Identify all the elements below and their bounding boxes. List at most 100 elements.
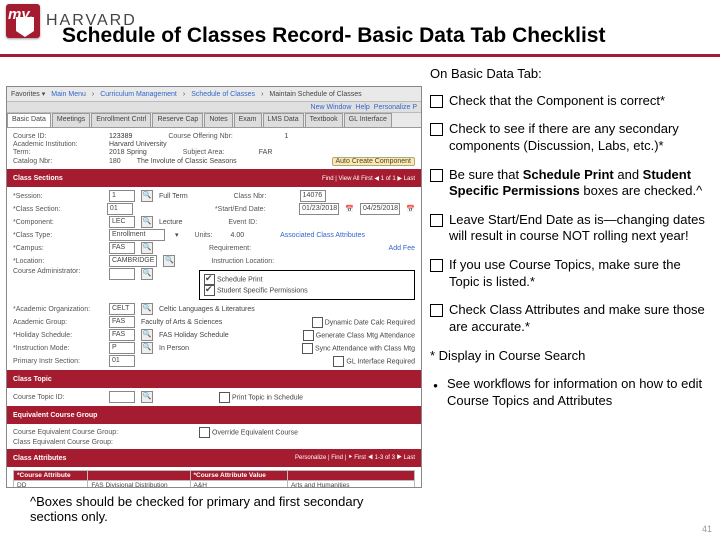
- start-date-input[interactable]: 01/23/2018: [299, 203, 339, 215]
- lbl-hol: *Holiday Schedule:: [13, 332, 103, 339]
- imode-input[interactable]: P: [109, 342, 135, 354]
- lookup-icon[interactable]: 🔍: [141, 190, 153, 202]
- val-agrp-t: Faculty of Arts & Sciences: [141, 319, 222, 326]
- lbl-cat: Catalog Nbr:: [13, 158, 103, 165]
- tab-lms[interactable]: LMS Data: [263, 113, 304, 127]
- lookup-icon[interactable]: 🔍: [163, 255, 175, 267]
- auto-create-button[interactable]: Auto Create Component: [332, 157, 416, 166]
- section-input[interactable]: 01: [107, 203, 133, 215]
- title-underline: [0, 54, 720, 57]
- lbl-schprint: Schedule Print: [217, 276, 263, 283]
- glreq-checkbox[interactable]: [333, 356, 344, 367]
- band-class-sections: Class Sections: [13, 175, 63, 182]
- breadcrumb: Favorites ▾ Main Menu› Curriculum Manage…: [7, 87, 421, 102]
- chk-attributes: Check Class Attributes and make sure tho…: [449, 302, 712, 335]
- personalize-link[interactable]: Personalize P: [374, 104, 417, 111]
- lbl-location: *Location:: [13, 258, 103, 265]
- lookup-icon[interactable]: 🔍: [141, 216, 153, 228]
- nav-2[interactable]: Schedule of Classes: [191, 91, 255, 98]
- lookup-icon[interactable]: 🔍: [141, 303, 153, 315]
- add-fee-link[interactable]: Add Fee: [389, 245, 415, 252]
- tab-reserve[interactable]: Reserve Cap: [152, 113, 203, 127]
- tab-strip: Basic Data Meetings Enrollment Cntrl Res…: [7, 113, 421, 128]
- nav-home[interactable]: Main Menu: [51, 91, 86, 98]
- assoc-link[interactable]: Associated Class Attributes: [280, 232, 365, 239]
- lbl-session: *Session:: [13, 193, 103, 200]
- chk-dates: Leave Start/End Date as is—changing date…: [449, 212, 712, 245]
- band-class-topic: Class Topic: [13, 376, 52, 383]
- calendar-icon[interactable]: 📅: [345, 205, 354, 213]
- val-subj: FAR: [259, 149, 273, 156]
- component-input[interactable]: LEC: [109, 216, 135, 228]
- new-window-link[interactable]: New Window: [311, 104, 352, 111]
- lookup-icon[interactable]: 🔍: [141, 242, 153, 254]
- th-val: *Course Attribute Value: [190, 471, 287, 481]
- lbl-ovr: Override Equivalent Course: [212, 429, 298, 436]
- lbl-admin: Course Administrator:: [13, 268, 103, 275]
- agrp-input[interactable]: FAS: [109, 316, 135, 328]
- chk-secondary: Check to see if there are any secondary …: [449, 121, 712, 154]
- lookup-icon[interactable]: 🔍: [141, 268, 153, 280]
- end-date-input[interactable]: 04/25/2018: [360, 203, 400, 215]
- lbl-glreq: GL Interface Required: [346, 358, 415, 365]
- lbl-cleq: Class Equivalent Course Group:: [13, 439, 153, 446]
- val-units: 4.00: [231, 232, 245, 239]
- ovr-checkbox[interactable]: [199, 427, 210, 438]
- type-select[interactable]: Enrollment: [109, 229, 165, 241]
- lbl-dyn: Dynamic Date Calc Required: [325, 319, 415, 326]
- acorg-input[interactable]: CELT: [109, 303, 135, 315]
- th-attr: *Course Attribute: [14, 471, 88, 481]
- sync-checkbox[interactable]: [302, 343, 313, 354]
- tab-gl[interactable]: GL Interface: [344, 113, 392, 127]
- lbl-event: Event ID:: [228, 219, 288, 226]
- tab-meetings[interactable]: Meetings: [52, 113, 90, 127]
- page-number: 41: [702, 524, 712, 534]
- lbl-campus: *Campus:: [13, 245, 103, 252]
- checkbox-icon: [430, 95, 443, 108]
- admin-input[interactable]: [109, 268, 135, 280]
- lbl-instrloc: Instruction Location:: [211, 258, 301, 265]
- campus-input[interactable]: FAS: [109, 242, 135, 254]
- checkbox-icon: [430, 214, 443, 227]
- tab-exam[interactable]: Exam: [234, 113, 262, 127]
- window-actions: New Window Help Personalize P: [7, 102, 421, 113]
- lbl-imode: *Instruction Mode:: [13, 345, 103, 352]
- checkbox-icon: [430, 169, 443, 182]
- tab-textbook[interactable]: Textbook: [305, 113, 343, 127]
- help-link[interactable]: Help: [355, 104, 369, 111]
- nav-1[interactable]: Curriculum Management: [100, 91, 177, 98]
- lookup-icon[interactable]: 🔍: [141, 329, 153, 341]
- lbl-sync: Sync Attendance with Class Mtg: [315, 345, 415, 352]
- lbl-acorg: *Academic Organization:: [13, 306, 103, 313]
- gen-checkbox[interactable]: [303, 330, 314, 341]
- chk-component: Check that the Component is correct*: [449, 93, 665, 110]
- lbl-subj: Subject Area:: [183, 149, 253, 156]
- lookup-icon[interactable]: 🔍: [141, 391, 153, 403]
- lbl-inst: Academic Institution:: [13, 141, 103, 148]
- tab-basic-data[interactable]: Basic Data: [7, 113, 51, 127]
- tab-enrollment[interactable]: Enrollment Cntrl: [91, 113, 151, 127]
- dyn-checkbox[interactable]: [312, 317, 323, 328]
- lbl-type: *Class Type:: [13, 232, 103, 239]
- hol-input[interactable]: FAS: [109, 329, 135, 341]
- checkbox-icon: [430, 123, 443, 136]
- chk-print-perm: Be sure that Schedule Print and Student …: [449, 167, 712, 200]
- lookup-icon[interactable]: 🔍: [141, 342, 153, 354]
- bullet-icon: •: [430, 378, 441, 409]
- ptopic-checkbox[interactable]: [219, 392, 230, 403]
- nav-3: Maintain Schedule of Classes: [269, 91, 361, 98]
- location-input[interactable]: CAMBRIDGE: [109, 255, 157, 267]
- lbl-section: *Class Section:: [13, 206, 101, 213]
- band-pager[interactable]: Find | View All First ◀ 1 of 1 ▶ Last: [322, 175, 415, 182]
- tab-notes[interactable]: Notes: [204, 113, 232, 127]
- nav-favorites[interactable]: Favorites ▾: [11, 90, 45, 98]
- pis-input[interactable]: 01: [109, 355, 135, 367]
- ctopic-input[interactable]: [109, 391, 135, 403]
- note-workflows: See workflows for information on how to …: [447, 376, 712, 409]
- val-cat: 180: [109, 158, 121, 165]
- footnote-primary: ^Boxes should be checked for primary and…: [30, 494, 410, 524]
- band-attrs-pager[interactable]: Personalize | Find | ⯈ First ◀ 1-3 of 3 …: [295, 455, 415, 462]
- student-perm-checkbox[interactable]: [204, 285, 215, 296]
- calendar-icon[interactable]: 📅: [406, 205, 415, 213]
- session-input[interactable]: 1: [109, 190, 135, 202]
